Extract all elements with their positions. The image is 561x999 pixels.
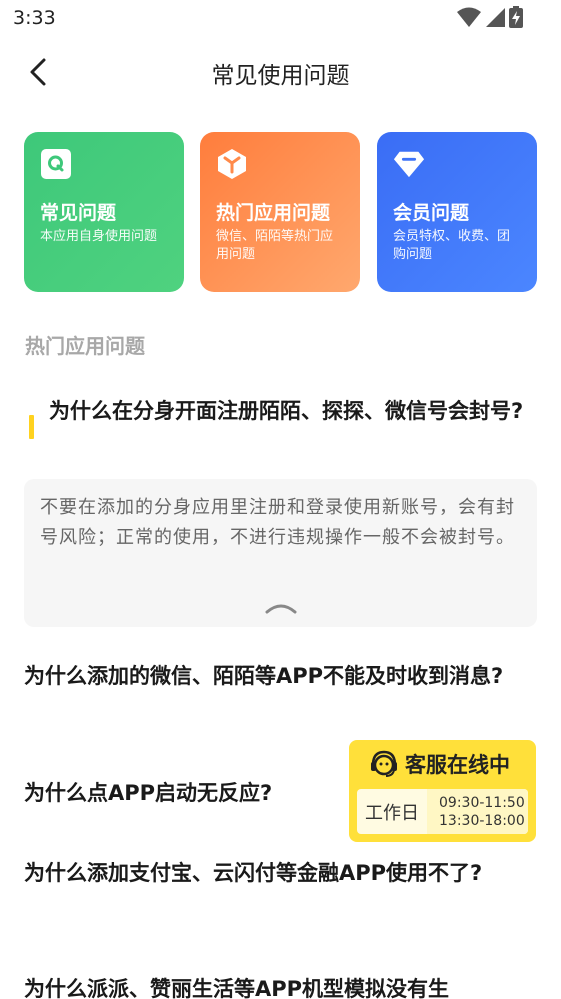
wifi-icon [457,7,481,27]
faq-question[interactable]: 为什么在分身开面注册陌陌、探探、微信号会封号? [49,393,537,429]
category-desc: 会员特权、收费、团购问题 [393,228,511,262]
category-desc: 本应用自身使用问题 [40,228,158,244]
customer-service-badge[interactable]: 客服在线中 工作日 09:30-11:50 13:30-18:00 [349,740,536,842]
app-header: 常见使用问题 [0,38,561,106]
diamond-icon [393,148,425,180]
cs-time-morning: 09:30-11:50 [439,794,525,811]
cs-title: 客服在线中 [405,753,510,777]
faq-question-collapsed[interactable]: 为什么派派、赞丽生活等APP机型模拟没有生 [24,971,537,999]
faq-item-expanded: 为什么在分身开面注册陌陌、探探、微信号会封号? 不要在添加的分身应用里注册和登录… [24,393,537,627]
cs-times: 09:30-11:50 13:30-18:00 [427,789,528,834]
faq-question-collapsed[interactable]: 为什么添加支付宝、云闪付等金融APP使用不了? [24,855,537,891]
chevron-up-icon[interactable] [264,601,298,615]
page-title: 常见使用问题 [211,63,350,89]
category-desc: 微信、陌陌等热门应用问题 [216,228,334,262]
category-card-common[interactable]: 常见问题 本应用自身使用问题 [24,132,184,292]
category-title: 会员问题 [393,202,470,224]
status-time: 3:33 [13,7,56,29]
faq-answer-text: 不要在添加的分身应用里注册和登录使用新账号，会有封号风险；正常的使用，不进行违规… [40,497,515,548]
category-title: 常见问题 [40,202,117,224]
signal-icon [486,8,505,27]
status-bar: 3:33 [0,0,561,38]
battery-charging-icon [509,6,523,28]
faq-question-collapsed[interactable]: 为什么添加的微信、陌陌等APP不能及时收到消息? [24,658,537,694]
faq-question-collapsed[interactable]: 为什么点APP启动无反应? [24,775,344,811]
q-icon [40,148,72,180]
cube-icon [216,148,248,180]
cs-hours: 工作日 09:30-11:50 13:30-18:00 [357,789,528,834]
section-title: 热门应用问题 [25,334,145,358]
headset-icon [371,750,397,777]
category-cards: 常见问题 本应用自身使用问题 热门应用问题 微信、陌陌等热门应用问题 会员问题 … [24,132,537,292]
category-card-hot-apps[interactable]: 热门应用问题 微信、陌陌等热门应用问题 [200,132,360,292]
category-card-membership[interactable]: 会员问题 会员特权、收费、团购问题 [377,132,537,292]
category-title: 热门应用问题 [216,202,331,224]
faq-accent-bar [29,415,34,439]
faq-answer: 不要在添加的分身应用里注册和登录使用新账号，会有封号风险；正常的使用，不进行违规… [24,479,537,627]
cs-workday-label: 工作日 [365,802,419,824]
status-icons [457,6,523,28]
cs-header: 客服在线中 [357,748,528,780]
cs-time-afternoon: 13:30-18:00 [439,812,525,829]
